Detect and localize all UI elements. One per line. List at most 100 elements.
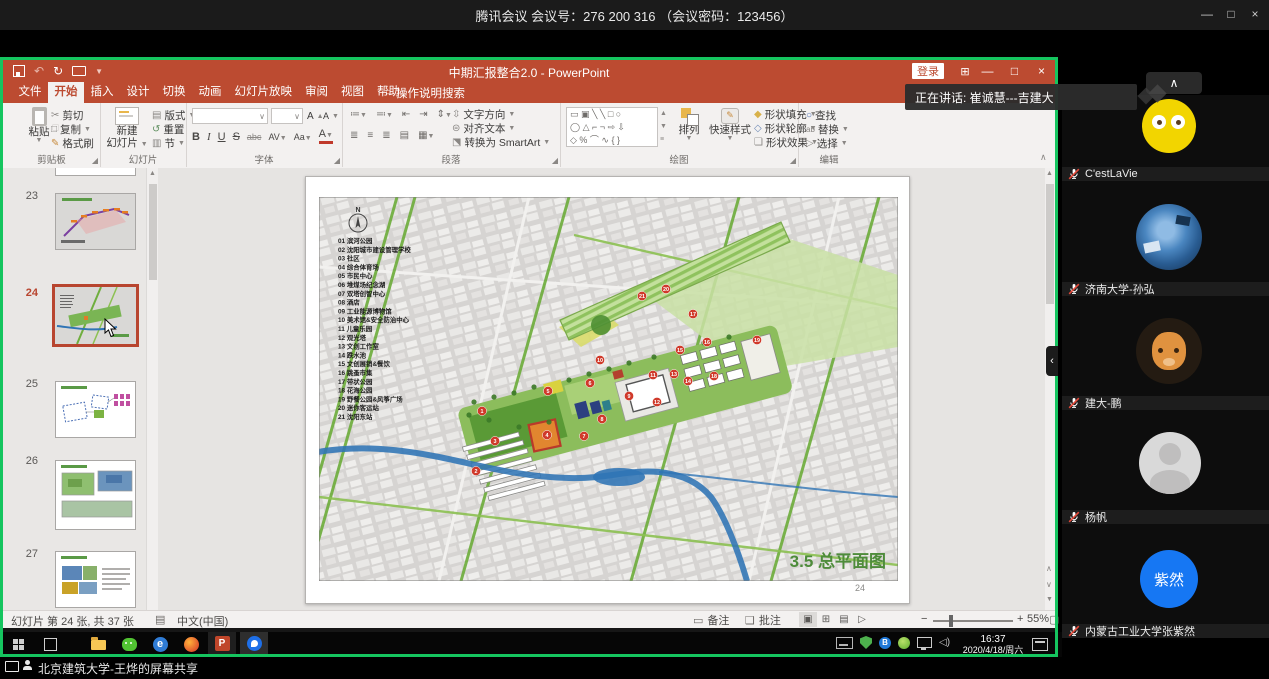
paragraph-dialog-launcher[interactable]: ◢	[552, 156, 558, 165]
notes-toggle[interactable]: 备注	[707, 612, 729, 628]
align-left-icon[interactable]: ≣	[350, 130, 358, 141]
zoom-in-button[interactable]: +	[1017, 613, 1023, 625]
bullets-icon[interactable]: ≔▼	[350, 109, 367, 120]
char-spacing-button[interactable]: AV▼	[268, 132, 286, 142]
grow-font-button[interactable]: A▲	[307, 109, 324, 123]
volume-icon[interactable]: ◁)	[939, 637, 950, 649]
zoom-percent[interactable]: 55%	[1027, 613, 1049, 625]
slide-sorter-view-button[interactable]: ⊞	[817, 612, 835, 627]
thumbnail-slide-27[interactable]	[55, 551, 136, 608]
canvas-scrollbar[interactable]: ▲ ∧ ∨ ▼	[1045, 168, 1055, 610]
ppt-close-button[interactable]: ×	[1028, 60, 1055, 82]
find-button[interactable]: ○查找	[806, 108, 849, 122]
thumbnail-slide-24[interactable]	[52, 284, 139, 347]
spellcheck-icon[interactable]: ▤	[155, 613, 165, 626]
participant-tile[interactable]: 济南大学-孙弘	[1062, 181, 1269, 296]
replace-button[interactable]: ab替换▼	[806, 122, 849, 136]
scroll-up-icon[interactable]: ▲	[1046, 170, 1053, 177]
fit-to-window-icon[interactable]: ▢	[1049, 613, 1059, 626]
slide[interactable]: N 01 滨河公园02 沈阳城市建设管理学校03 社区04 综合体育场05 市民…	[305, 176, 910, 604]
edge-browser-button[interactable]: e	[146, 633, 174, 656]
bluetooth-icon[interactable]: B	[879, 637, 891, 649]
participant-tile[interactable]: 紫然 内蒙古工业大学张紫然	[1062, 524, 1269, 638]
font-color-button[interactable]: A▼	[319, 129, 333, 144]
firefox-button[interactable]	[177, 633, 205, 656]
drawing-dialog-launcher[interactable]: ◢	[790, 156, 796, 165]
select-button[interactable]: ▷选择▼	[806, 136, 849, 150]
text-direction-button[interactable]: ⇳文字方向▼	[452, 107, 550, 121]
network-icon[interactable]	[917, 637, 932, 648]
text-shadow-button[interactable]: abc	[247, 132, 262, 142]
keyboard-tray-icon[interactable]	[836, 637, 853, 649]
clipboard-dialog-launcher[interactable]: ◢	[92, 156, 98, 165]
new-slide-button[interactable]: 新建 幻灯片 ▼	[104, 107, 150, 151]
zoom-slider-track[interactable]	[933, 620, 1013, 622]
antivirus-icon[interactable]	[898, 637, 910, 649]
thumbnail-scrollbar[interactable]: ▲	[146, 168, 158, 610]
bold-button[interactable]: B	[192, 131, 200, 143]
comments-toggle[interactable]: 批注	[759, 612, 781, 628]
quick-styles-button[interactable]: ✎ 快速样式 ▼	[708, 108, 752, 142]
line-spacing-icon[interactable]: ⇕▼	[437, 109, 452, 120]
font-size-dropdown[interactable]: ∨	[271, 108, 303, 124]
shrink-font-button[interactable]: A▼	[323, 109, 339, 123]
decrease-indent-icon[interactable]: ⇤	[402, 109, 410, 120]
format-painter-button[interactable]: ✎格式刷	[51, 136, 94, 150]
zoom-out-button[interactable]: −	[921, 613, 927, 625]
tencent-meeting-taskbar-button[interactable]	[240, 632, 268, 656]
participant-tile[interactable]: 杨帆	[1062, 410, 1269, 524]
language-status[interactable]: 中文(中国)	[177, 613, 228, 629]
maximize-button[interactable]: □	[1219, 4, 1243, 24]
font-family-dropdown[interactable]: ∨	[192, 108, 268, 124]
participant-tile[interactable]: 建大-鹏	[1062, 296, 1269, 410]
powerpoint-taskbar-button[interactable]: P	[208, 632, 236, 656]
tab-动画[interactable]: 动画	[192, 82, 228, 103]
arrange-button[interactable]: 排列 ▼	[672, 108, 706, 142]
tab-审阅[interactable]: 审阅	[299, 82, 335, 103]
previous-slide-icon[interactable]: ∧	[1046, 564, 1052, 573]
thumbnail-slide-25[interactable]	[55, 381, 136, 438]
scroll-thumb[interactable]	[1046, 184, 1054, 304]
shapes-scroll[interactable]: ▲▼≡	[660, 107, 666, 147]
cut-button[interactable]: ✂剪切	[51, 108, 94, 122]
panel-collapse-handle[interactable]: ‹	[1046, 346, 1058, 376]
collapse-ribbon-icon[interactable]: ∧	[1040, 152, 1047, 163]
align-center-icon[interactable]: ≡	[367, 130, 373, 141]
increase-indent-icon[interactable]: ⇥	[419, 109, 427, 120]
numbering-icon[interactable]: ≕▼	[376, 109, 393, 120]
slideshow-view-button[interactable]: ▷	[853, 612, 871, 627]
strikethrough-button[interactable]: S	[233, 131, 240, 143]
shapes-gallery[interactable]: ▭ ▣ ╲ ╲ □ ○◯ △ ⌐ ¬ ⇨ ⇩◇ % ⌒ ∿ { }	[566, 107, 658, 147]
defender-shield-icon[interactable]	[860, 636, 872, 649]
file-explorer-button[interactable]	[84, 633, 112, 656]
tab-文件[interactable]: 文件	[12, 82, 48, 103]
ppt-minimize-button[interactable]: —	[974, 60, 1001, 82]
italic-button[interactable]: I	[207, 131, 211, 143]
justify-icon[interactable]: ▤	[400, 130, 409, 141]
tell-me-search[interactable]: ○ 操作说明搜索	[385, 82, 465, 103]
align-right-icon[interactable]: ≣	[382, 130, 390, 141]
action-center-icon[interactable]	[1032, 638, 1048, 651]
start-button[interactable]	[4, 633, 32, 656]
tab-插入[interactable]: 插入	[84, 82, 120, 103]
tab-设计[interactable]: 设计	[120, 82, 156, 103]
underline-button[interactable]: U	[218, 131, 226, 143]
copy-button[interactable]: □复制▼	[51, 122, 94, 136]
change-case-button[interactable]: Aa▼	[294, 132, 312, 142]
thumbnail-partial-top[interactable]	[55, 168, 136, 176]
thumbnail-slide-23[interactable]	[55, 193, 136, 250]
task-view-button[interactable]	[36, 633, 64, 656]
minimize-button[interactable]: —	[1195, 4, 1219, 24]
tab-开始[interactable]: 开始	[48, 82, 84, 103]
font-dialog-launcher[interactable]: ◢	[334, 156, 340, 165]
tab-视图[interactable]: 视图	[335, 82, 371, 103]
reading-view-button[interactable]: ▤	[835, 612, 853, 627]
columns-icon[interactable]: ▦▼	[418, 130, 434, 141]
tab-幻灯片放映[interactable]: 幻灯片放映	[228, 82, 299, 103]
scroll-down-icon[interactable]: ▼	[1046, 596, 1053, 603]
tab-切换[interactable]: 切换	[156, 82, 192, 103]
align-text-button[interactable]: ⊜对齐文本▼	[452, 121, 550, 135]
wechat-button[interactable]	[115, 633, 143, 656]
close-button[interactable]: ×	[1243, 4, 1267, 24]
thumbnail-slide-26[interactable]	[55, 460, 136, 530]
